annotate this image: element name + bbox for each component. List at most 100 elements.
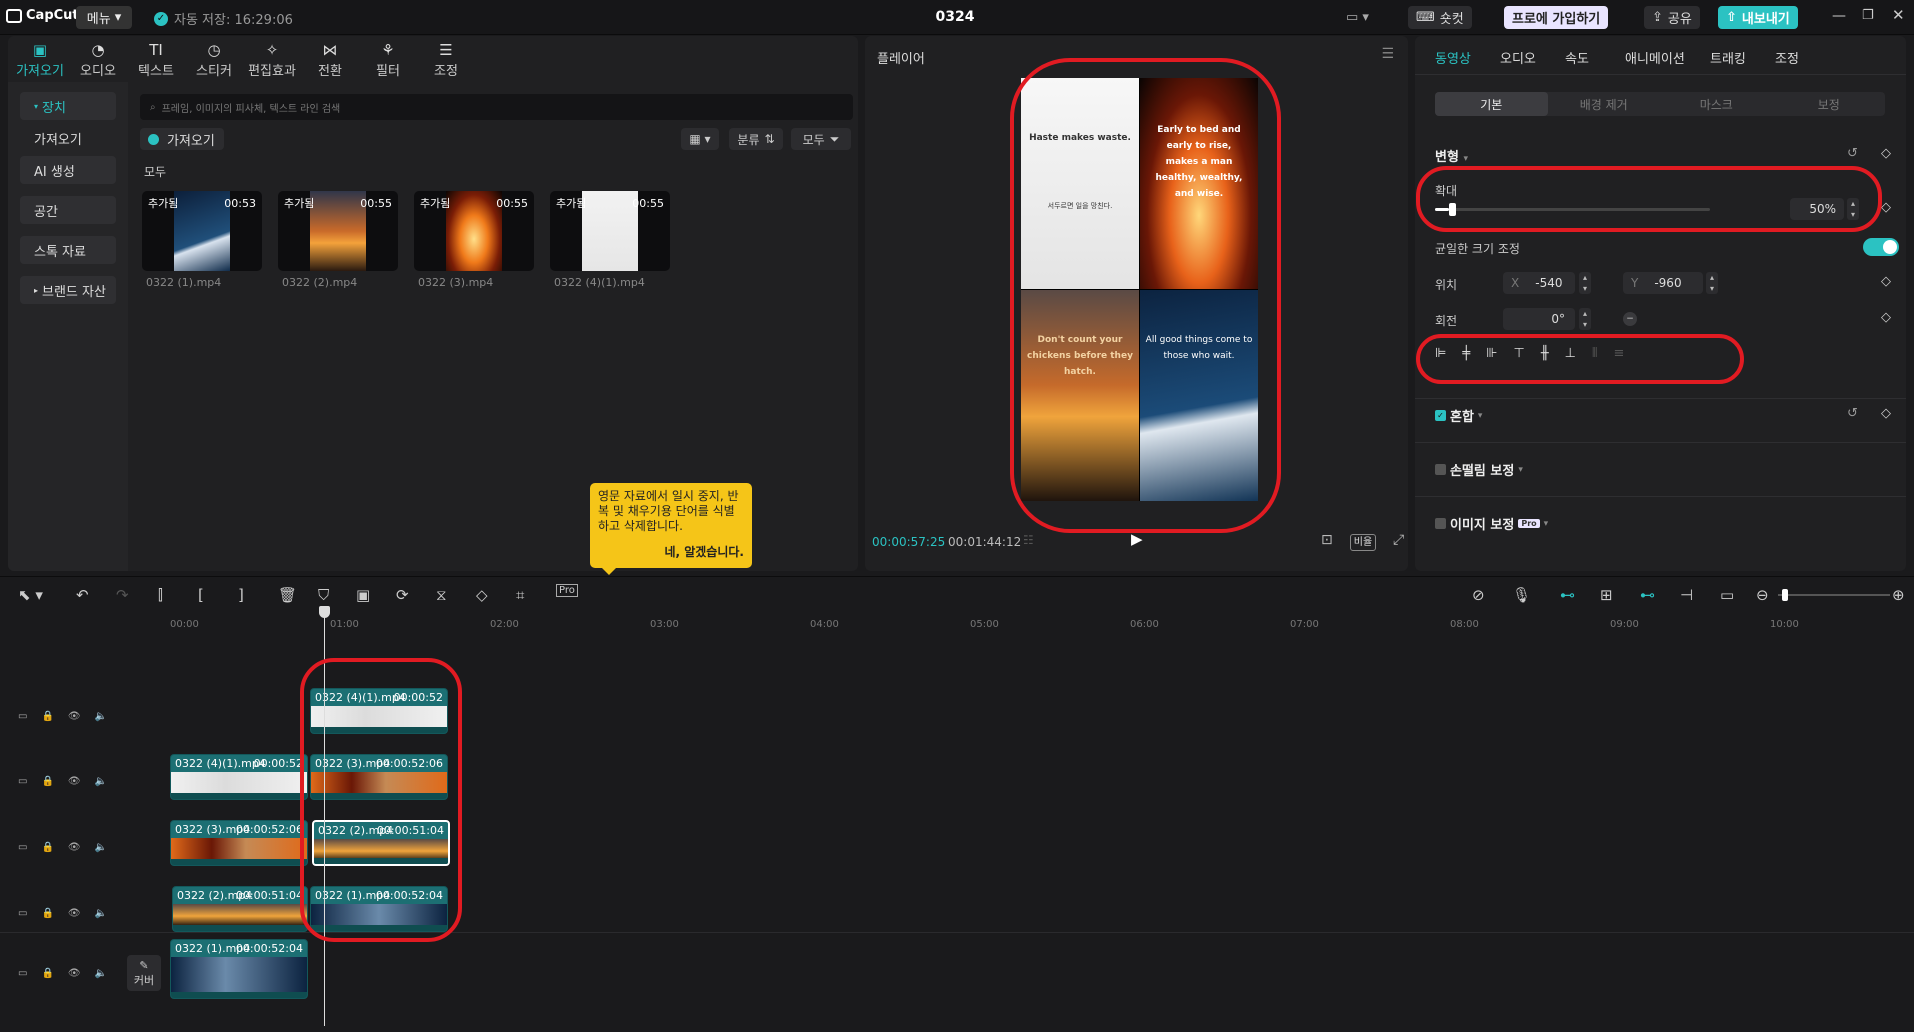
eye-icon[interactable]: 👁 <box>68 908 81 919</box>
rotate-dial-icon[interactable]: − <box>1623 312 1637 326</box>
tooltip-ok-button[interactable]: 네, 알겠습니다. <box>664 545 744 560</box>
y-stepper[interactable]: ▴ ▾ <box>1706 272 1718 294</box>
align-top-icon[interactable]: ⊤ <box>1513 346 1524 361</box>
speaker-icon[interactable]: 🔈 <box>95 776 107 787</box>
align-left-icon[interactable]: ⊫ <box>1435 346 1446 361</box>
tab-filters[interactable]: ⚘ 필터 <box>360 40 416 80</box>
list-icon[interactable]: ☷ <box>1023 533 1034 547</box>
split-right-icon[interactable]: ] <box>238 586 244 604</box>
subtab-basic[interactable]: 기본 <box>1435 92 1548 116</box>
caption-icon[interactable]: ▭ <box>1720 586 1734 604</box>
tab-tracking[interactable]: 트래킹 <box>1710 48 1746 67</box>
tab-import[interactable]: ▣ 가져오기 <box>12 40 68 80</box>
track-visibility-icon[interactable]: ▭ <box>18 968 27 979</box>
microphone-icon[interactable]: 🎙 <box>1512 586 1531 604</box>
snap-icon[interactable]: ⊞ <box>1600 586 1613 604</box>
zoom-slider-knob[interactable] <box>1782 589 1788 601</box>
scale-stepper[interactable]: ▴ ▾ <box>1847 198 1859 220</box>
subtab-correction[interactable]: 보정 <box>1773 92 1886 116</box>
split-view-icon[interactable]: ⊣ <box>1680 586 1693 604</box>
magnet-icon[interactable]: ⊘ <box>1472 586 1485 604</box>
position-y-input[interactable]: Y -960 <box>1623 272 1703 294</box>
timeline-clip[interactable]: 0322 (4)(1).mp4 00:00:52 <box>310 688 448 734</box>
restore-icon[interactable]: ❐ <box>1862 8 1874 23</box>
tab-sticker[interactable]: ◷ 스티커 <box>186 40 242 80</box>
link-icon[interactable]: ⊷ <box>1560 586 1575 604</box>
fullscreen-icon[interactable]: ⤢ <box>1393 532 1404 548</box>
reverse-icon[interactable]: ⟳ <box>396 586 409 604</box>
speaker-icon[interactable]: 🔈 <box>95 968 107 979</box>
speaker-icon[interactable]: 🔈 <box>95 711 107 722</box>
undo-icon[interactable]: ↶ <box>76 586 89 604</box>
marker-icon[interactable]: ⛉ <box>318 586 329 604</box>
pro-feature-icon[interactable]: Pro <box>556 584 578 597</box>
tab-text[interactable]: TI 텍스트 <box>128 40 184 80</box>
checkbox-icon[interactable] <box>1435 518 1446 529</box>
rotation-stepper[interactable]: ▴ ▾ <box>1579 308 1591 330</box>
keyframe-icon[interactable]: ◇ <box>1881 274 1891 289</box>
keyframe-icon[interactable]: ◇ <box>1881 146 1891 161</box>
timeline-clip[interactable]: 0322 (1).mp4 00:00:52:04 <box>310 886 448 932</box>
keyframe-icon[interactable]: ◇ <box>1881 200 1891 215</box>
eye-icon[interactable]: 👁 <box>68 776 81 787</box>
zoom-in-icon[interactable]: ⊕ <box>1892 586 1905 604</box>
sidebar-item-stock[interactable]: 스톡 자료 <box>20 236 116 264</box>
track-visibility-icon[interactable]: ▭ <box>18 776 27 787</box>
import-button[interactable]: 가져오기 <box>140 128 224 150</box>
tab-effects[interactable]: ✧ 편집효과 <box>244 40 300 80</box>
play-icon[interactable]: ▶ <box>1131 530 1143 548</box>
enhance-section[interactable]: 이미지 보정 Pro ▾ <box>1435 514 1548 533</box>
player-menu-icon[interactable]: ☰ <box>1381 46 1394 62</box>
speaker-icon[interactable]: 🔈 <box>95 908 107 919</box>
fit-screen-icon[interactable]: ⊡ <box>1321 532 1333 548</box>
filter-button[interactable]: 모두 ⏷ <box>791 128 851 150</box>
keyframe-icon[interactable]: ◇ <box>1881 406 1891 421</box>
media-thumb-1[interactable]: 추가됨 00:53 <box>142 191 262 271</box>
timeline-clip[interactable]: 0322 (2).mp4 00:00:51:04 <box>172 886 308 932</box>
delete-icon[interactable]: 🗑 <box>278 586 297 604</box>
preview-axis-icon[interactable]: ⊷ <box>1640 586 1655 604</box>
track-visibility-icon[interactable]: ▭ <box>18 908 27 919</box>
timeline-clip[interactable]: 0322 (3).mp4 00:00:52:06 <box>310 754 448 800</box>
scale-slider[interactable] <box>1435 203 1710 216</box>
align-center-v-icon[interactable]: ╫ <box>1541 346 1549 361</box>
sidebar-item-import[interactable]: 가져오기 <box>20 124 116 152</box>
track-visibility-icon[interactable]: ▭ <box>18 842 27 853</box>
tab-transitions[interactable]: ⋈ 전환 <box>302 40 358 80</box>
shortcut-button[interactable]: ⌨ 숏컷 <box>1408 6 1472 29</box>
video-preview[interactable]: Haste makes waste. 서두르면 일을 망친다. Early to… <box>1021 78 1258 501</box>
minimize-icon[interactable]: — <box>1832 8 1846 24</box>
scale-input[interactable]: 50% <box>1790 198 1844 220</box>
x-stepper[interactable]: ▴ ▾ <box>1579 272 1591 294</box>
stabilize-section[interactable]: 손떨림 보정 ▾ <box>1435 460 1523 479</box>
align-bottom-icon[interactable]: ⊥ <box>1565 346 1576 361</box>
align-center-h-icon[interactable]: ╪ <box>1462 346 1470 361</box>
split-icon[interactable]: ⫿ <box>158 586 163 604</box>
freeze-icon[interactable]: ▣ <box>356 586 370 604</box>
pro-signup-button[interactable]: 프로에 가입하기 <box>1504 6 1609 29</box>
media-thumb-2[interactable]: 추가됨 00:55 <box>278 191 398 271</box>
tab-adjust[interactable]: 조정 <box>1775 48 1799 67</box>
lock-icon[interactable]: 🔒 <box>41 711 53 722</box>
close-icon[interactable]: ✕ <box>1892 6 1905 24</box>
tab-adjust[interactable]: ☰ 조정 <box>418 40 474 80</box>
tab-video[interactable]: 동영상 <box>1435 48 1471 67</box>
sidebar-item-ai[interactable]: AI 생성 <box>20 156 116 184</box>
zoom-out-icon[interactable]: ⊖ <box>1756 586 1769 604</box>
media-thumb-4[interactable]: 추가됨 00:55 <box>550 191 670 271</box>
timeline-clip-main[interactable]: 0322 (1).mp4 00:00:52:04 <box>170 939 308 999</box>
tab-animation[interactable]: 애니메이션 <box>1625 48 1685 67</box>
eye-icon[interactable]: 👁 <box>68 968 81 979</box>
rotation-input[interactable]: 0° <box>1503 308 1575 330</box>
keyframe-icon[interactable]: ◇ <box>1881 310 1891 325</box>
tab-audio[interactable]: 오디오 <box>1500 48 1536 67</box>
sort-button[interactable]: 분류 ⇅ <box>729 128 783 150</box>
reset-icon[interactable]: ↺ <box>1847 146 1858 161</box>
timeline-clip[interactable]: 0322 (3).mp4 00:00:52:06 <box>170 820 308 866</box>
mirror-icon[interactable]: ⧖ <box>436 586 447 604</box>
tab-speed[interactable]: 속도 <box>1565 48 1589 67</box>
zoom-slider[interactable] <box>1778 589 1890 601</box>
tab-audio[interactable]: ◔ 오디오 <box>70 40 126 80</box>
lock-icon[interactable]: 🔒 <box>41 968 53 979</box>
reset-icon[interactable]: ↺ <box>1847 406 1858 421</box>
